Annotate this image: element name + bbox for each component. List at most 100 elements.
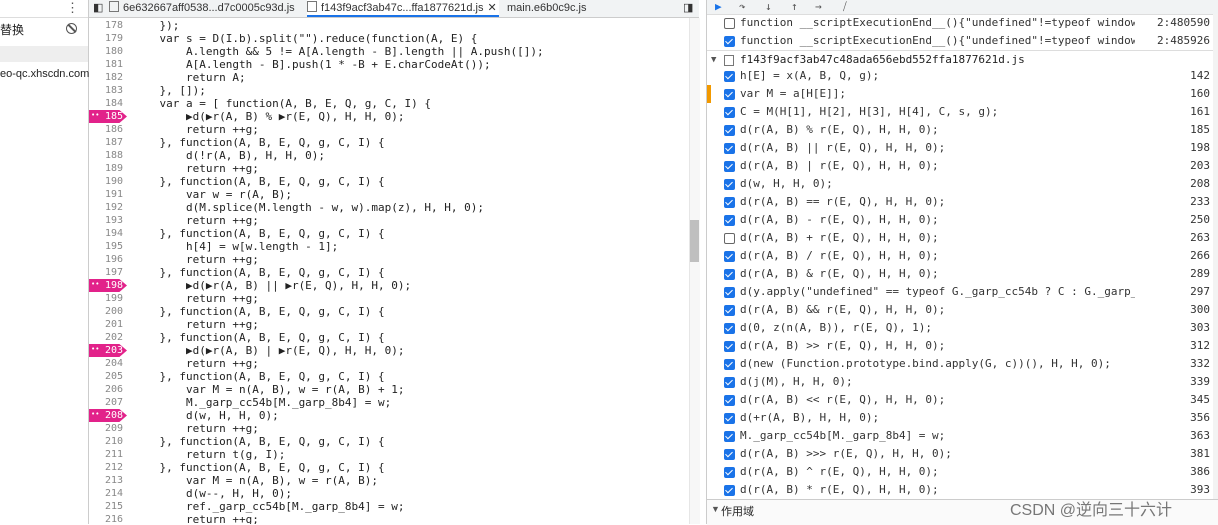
code-line[interactable]: 182 return A; (89, 71, 699, 84)
breakpoint-checkbox[interactable] (724, 107, 735, 118)
line-number[interactable]: 193 (89, 214, 123, 227)
breakpoint-row[interactable]: d(r(A, B) && r(E, Q), H, H, 0); 300 (707, 301, 1218, 319)
code-line[interactable]: 200 }, function(A, B, E, Q, g, C, I) { (89, 305, 699, 318)
breakpoint-checkbox[interactable] (724, 341, 735, 352)
breakpoint-row[interactable]: d(r(A, B) + r(E, Q), H, H, 0); 263 (707, 229, 1218, 247)
breakpoint-checkbox[interactable] (724, 18, 735, 29)
breakpoint-row[interactable]: d(r(A, B) & r(E, Q), H, H, 0); 289 (707, 265, 1218, 283)
code-line[interactable]: 183 }, []); (89, 84, 699, 97)
more-options-icon[interactable]: ⋮ (66, 0, 79, 16)
code-line[interactable]: 192 d(M.splice(M.length - w, w).map(z), … (89, 201, 699, 214)
code-line[interactable]: 189 return ++g; (89, 162, 699, 175)
breakpoint-row[interactable]: var M = a[H[E]]; 160 (707, 85, 1218, 103)
breakpoint-checkbox[interactable] (724, 71, 735, 82)
breakpoint-checkbox[interactable] (724, 359, 735, 370)
breakpoint-checkbox[interactable] (724, 197, 735, 208)
breakpoint-checkbox[interactable] (724, 215, 735, 226)
line-number[interactable]: 191 (89, 188, 123, 201)
code-line[interactable]: 178 }); (89, 19, 699, 32)
line-number[interactable]: 213 (89, 474, 123, 487)
code-line[interactable]: 188 d(!r(A, B), H, H, 0); (89, 149, 699, 162)
step-over-icon[interactable]: ↷ (739, 0, 746, 13)
line-number[interactable]: 183 (89, 84, 123, 97)
breakpoint-checkbox[interactable] (724, 395, 735, 406)
clear-icon[interactable] (66, 23, 77, 34)
line-number[interactable]: 201 (89, 318, 123, 331)
code-line[interactable]: 195 h[4] = w[w.length - 1]; (89, 240, 699, 253)
line-number[interactable]: 208 (89, 409, 123, 422)
line-number[interactable]: 207 (89, 396, 123, 409)
code-line[interactable]: 201 return ++g; (89, 318, 699, 331)
tab-file-2[interactable]: f143f9acf3ab47c...ffa1877621d.js ✕ (307, 0, 499, 17)
code-line[interactable]: 206 var M = n(A, B), w = r(A, B) + 1; (89, 383, 699, 396)
code-line[interactable]: 187 }, function(A, B, E, Q, g, C, I) { (89, 136, 699, 149)
line-number[interactable]: 204 (89, 357, 123, 370)
breakpoint-checkbox[interactable] (724, 36, 735, 47)
line-number[interactable]: 190 (89, 175, 123, 188)
line-number[interactable]: 194 (89, 227, 123, 240)
line-number[interactable]: 205 (89, 370, 123, 383)
breakpoint-checkbox[interactable] (724, 125, 735, 136)
code-line[interactable]: 191 var w = r(A, B); (89, 188, 699, 201)
replace-label[interactable]: 替换 (0, 21, 24, 38)
line-number[interactable]: 178 (89, 19, 123, 32)
breakpoint-row[interactable]: d(new (Function.prototype.bind.apply(G, … (707, 355, 1218, 373)
code-line[interactable]: 207 M._garp_cc54b[M._garp_8b4] = w; (89, 396, 699, 409)
breakpoint-row[interactable]: h[E] = x(A, B, Q, g); 142 (707, 67, 1218, 85)
editor-scrollbar[interactable] (689, 18, 700, 524)
line-number[interactable]: 186 (89, 123, 123, 136)
breakpoint-row[interactable]: d(y.apply("undefined" == typeof G._garp_… (707, 283, 1218, 301)
breakpoint-checkbox[interactable] (724, 413, 735, 424)
line-number[interactable]: 202 (89, 331, 123, 344)
line-number[interactable]: 188 (89, 149, 123, 162)
breakpoint-row[interactable]: d(0, z(n(A, B)), r(E, Q), 1); 303 (707, 319, 1218, 337)
breakpoint-row[interactable]: d(r(A, B) >>> r(E, Q), H, H, 0); 381 (707, 445, 1218, 463)
deactivate-breakpoints-icon[interactable]: ⧸ (843, 0, 847, 14)
step-into-icon[interactable]: ↓ (765, 0, 772, 13)
line-number[interactable]: 180 (89, 45, 123, 58)
breakpoint-checkbox[interactable] (724, 89, 735, 100)
breakpoint-checkbox[interactable] (724, 323, 735, 334)
breakpoint-checkbox[interactable] (724, 179, 735, 190)
line-number[interactable]: 189 (89, 162, 123, 175)
breakpoint-checkbox[interactable] (724, 143, 735, 154)
breakpoint-row[interactable]: d(r(A, B) == r(E, Q), H, H, 0); 233 (707, 193, 1218, 211)
line-number[interactable]: 195 (89, 240, 123, 253)
breakpoint-row[interactable]: d(r(A, B) - r(E, Q), H, H, 0); 250 (707, 211, 1218, 229)
breakpoint-row[interactable]: d(r(A, B) << r(E, Q), H, H, 0); 345 (707, 391, 1218, 409)
line-number[interactable]: 206 (89, 383, 123, 396)
line-number[interactable]: 216 (89, 513, 123, 524)
code-line[interactable]: 210 }, function(A, B, E, Q, g, C, I) { (89, 435, 699, 448)
breakpoint-row[interactable]: C = M(H[1], H[2], H[3], H[4], C, s, g); 1… (707, 103, 1218, 121)
breakpoint-checkbox[interactable] (724, 233, 735, 244)
breakpoint-row[interactable]: d(r(A, B) % r(E, Q), H, H, 0); 185 (707, 121, 1218, 139)
breakpoint-checkbox[interactable] (724, 377, 735, 388)
breakpoint-checkbox[interactable] (724, 485, 735, 496)
code-line[interactable]: 205 }, function(A, B, E, Q, g, C, I) { (89, 370, 699, 383)
toggle-debugger-icon[interactable]: ◨ (683, 0, 693, 17)
expand-icon[interactable]: ▼ (711, 504, 720, 514)
line-number[interactable]: 198 (89, 279, 123, 292)
line-number[interactable]: 192 (89, 201, 123, 214)
line-number[interactable]: 199 (89, 292, 123, 305)
breakpoint-row[interactable]: d(j(M), H, H, 0); 339 (707, 373, 1218, 391)
close-tab-icon[interactable]: ✕ (488, 2, 497, 14)
code-line[interactable]: 209 return ++g; (89, 422, 699, 435)
breakpoint-row[interactable]: d(r(A, B) | r(E, Q), H, H, 0); 203 (707, 157, 1218, 175)
code-line[interactable]: 179 var s = D(I.b).split("").reduce(func… (89, 32, 699, 45)
breakpoint-row[interactable]: d(w, H, H, 0); 208 (707, 175, 1218, 193)
breakpoint-checkbox[interactable] (724, 161, 735, 172)
line-number[interactable]: 179 (89, 32, 123, 45)
sidebar-scrollbar[interactable] (1213, 14, 1218, 499)
breakpoint-row[interactable]: d(r(A, B) >> r(E, Q), H, H, 0); 312 (707, 337, 1218, 355)
code-line[interactable]: 193 return ++g; (89, 214, 699, 227)
code-line[interactable]: 215 ref._garp_cc54b[M._garp_8b4] = w; (89, 500, 699, 513)
code-line[interactable]: 212 }, function(A, B, E, Q, g, C, I) { (89, 461, 699, 474)
code-line[interactable]: •• 203 ▶d(▶r(A, B) | ▶r(E, Q), H, H, 0); (89, 344, 699, 357)
breakpoint-row[interactable]: d(r(A, B) ^ r(E, Q), H, H, 0); 386 (707, 463, 1218, 481)
editor-scrollbar-thumb[interactable] (690, 220, 699, 262)
code-line[interactable]: 196 return ++g; (89, 253, 699, 266)
code-line[interactable]: 180 A.length && 5 != A[A.length - B].len… (89, 45, 699, 58)
line-number[interactable]: 215 (89, 500, 123, 513)
code-line[interactable]: 194 }, function(A, B, E, Q, g, C, I) { (89, 227, 699, 240)
